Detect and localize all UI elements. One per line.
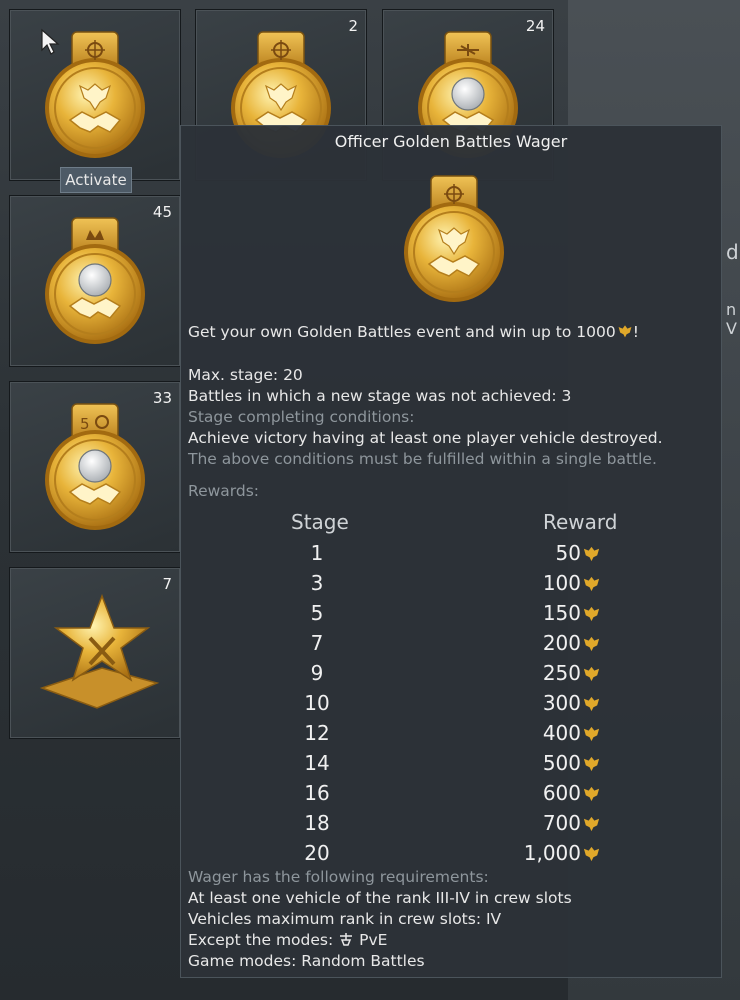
single-battle-note: The above conditions must be fulfilled w… <box>188 450 657 468</box>
game-modes-value: Random Battles <box>301 952 425 970</box>
reward-value-row: 300 <box>481 691 601 715</box>
reward-column-header: Reward <box>543 510 618 534</box>
gold-star-trophy-icon <box>39 593 160 709</box>
battles-not-achieved: Battles in which a new stage was not ach… <box>188 387 572 405</box>
reward-value-row: 500 <box>481 751 601 775</box>
requirement-max-rank: Vehicles maximum rank in crew slots: IV <box>188 910 502 928</box>
requirement-game-modes: Game modes: Random Battles <box>188 952 425 970</box>
reward-value: 300 <box>542 691 581 715</box>
stage-condition: Achieve victory having at least one play… <box>188 429 663 447</box>
inventory-slot-wager-4[interactable]: 45 <box>9 195 181 367</box>
golden-eagle-icon <box>618 325 632 338</box>
reward-value-row: 700 <box>481 811 601 835</box>
item-count: 2 <box>348 17 358 35</box>
golden-eagle-icon <box>583 666 600 682</box>
golden-eagle-icon <box>583 636 600 652</box>
stage-value: 7 <box>310 631 324 655</box>
item-count: 7 <box>162 575 172 593</box>
golden-battles-wager-medal-icon <box>399 172 509 302</box>
golden-battles-wager-medal-lion-icon: 5 <box>40 400 150 530</box>
inventory-slot-trophy[interactable]: 7 <box>9 567 181 739</box>
except-modes-prefix: Except the modes: <box>188 931 339 949</box>
reward-value-row: 250 <box>481 661 601 685</box>
golden-eagle-icon <box>583 726 600 742</box>
reward-value-row: 1,000 <box>481 841 601 865</box>
stage-column-header: Stage <box>291 510 349 534</box>
golden-eagle-icon <box>583 756 600 772</box>
reward-value: 100 <box>542 571 581 595</box>
item-count: 33 <box>152 389 172 407</box>
stage-value: 1 <box>310 541 324 565</box>
golden-eagle-icon <box>583 546 600 562</box>
reward-value-row: 150 <box>481 601 601 625</box>
stage-value: 20 <box>304 841 330 865</box>
description-text: Get your own Golden Battles event and wi… <box>188 323 616 341</box>
stage-value: 5 <box>310 601 324 625</box>
inventory-slot-wager-1[interactable] <box>9 9 181 181</box>
max-stage: Max. stage: 20 <box>188 366 303 384</box>
golden-eagle-icon <box>583 786 600 802</box>
reward-value-row: 200 <box>481 631 601 655</box>
reward-value: 400 <box>542 721 581 745</box>
reward-value-row: 600 <box>481 781 601 805</box>
golden-eagle-icon <box>583 606 600 622</box>
wager-tooltip: Officer Golden Battles Wager Get your ow… <box>180 125 722 978</box>
requirement-except-modes: Except the modes: PvE <box>188 931 387 949</box>
background-text-fragment: n V <box>726 300 737 338</box>
reward-value: 1,000 <box>523 841 581 865</box>
golden-eagle-icon <box>583 816 600 832</box>
reward-value: 500 <box>542 751 581 775</box>
stage-value: 18 <box>304 811 330 835</box>
stage-value: 3 <box>310 571 324 595</box>
golden-eagle-icon <box>583 696 600 712</box>
rewards-label: Rewards: <box>188 482 260 500</box>
reward-value: 250 <box>542 661 581 685</box>
mouse-cursor-icon <box>41 28 60 55</box>
reward-value-row: 400 <box>481 721 601 745</box>
stage-value: 9 <box>310 661 324 685</box>
pve-mode-icon <box>340 933 353 946</box>
requirements-label: Wager has the following requirements: <box>188 868 489 886</box>
tooltip-title: Officer Golden Battles Wager <box>334 132 568 151</box>
svg-text:5: 5 <box>80 415 90 433</box>
activate-button[interactable]: Activate <box>60 167 132 193</box>
conditions-label: Stage completing conditions: <box>188 408 415 426</box>
stage-value: 14 <box>304 751 330 775</box>
stage-value: 16 <box>304 781 330 805</box>
reward-value: 700 <box>542 811 581 835</box>
reward-value: 150 <box>542 601 581 625</box>
description: Get your own Golden Battles event and wi… <box>188 323 639 341</box>
stage-value: 10 <box>304 691 330 715</box>
item-count: 45 <box>152 203 172 221</box>
inventory-slot-wager-5[interactable]: 33 5 <box>9 381 181 553</box>
golden-battles-wager-medal-lion-icon <box>40 214 150 344</box>
reward-value: 600 <box>542 781 581 805</box>
requirement-rank: At least one vehicle of the rank III-IV … <box>188 889 572 907</box>
background-text-fragment: d <box>726 240 739 264</box>
description-end: ! <box>632 323 639 341</box>
reward-value: 200 <box>542 631 581 655</box>
item-count: 24 <box>525 17 545 35</box>
golden-eagle-icon <box>583 576 600 592</box>
except-mode-name: PvE <box>359 931 388 949</box>
reward-value-row: 100 <box>481 571 601 595</box>
reward-value: 50 <box>555 541 581 565</box>
stage-value: 12 <box>304 721 330 745</box>
game-modes-prefix: Game modes: <box>188 952 302 970</box>
golden-eagle-icon <box>583 846 600 862</box>
reward-value-row: 50 <box>481 541 601 565</box>
